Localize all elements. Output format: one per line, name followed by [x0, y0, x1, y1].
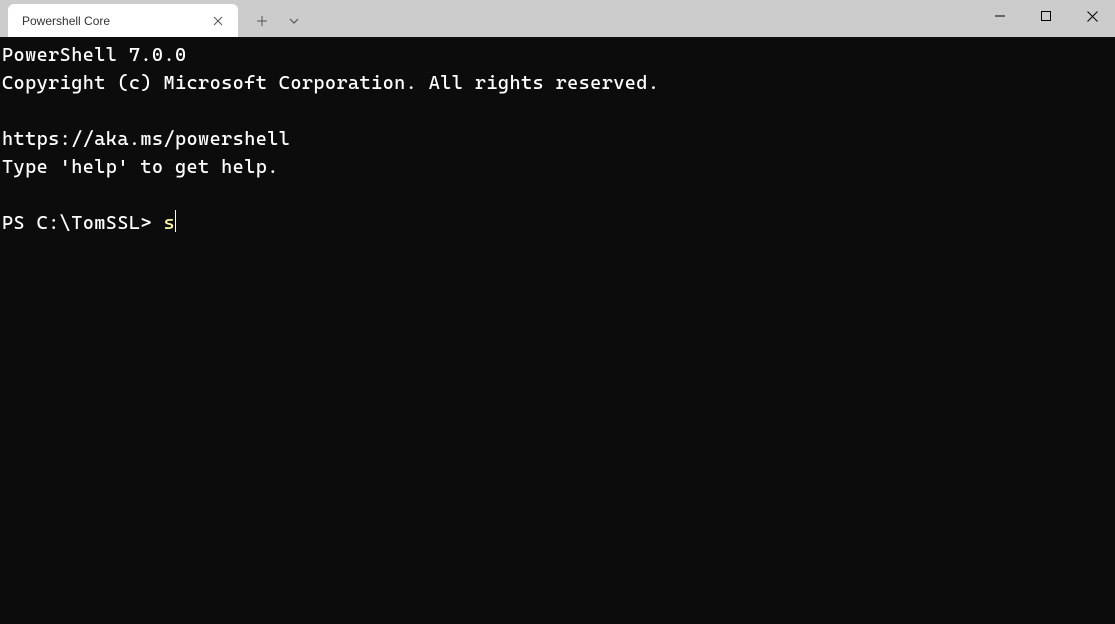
new-tab-button[interactable] [246, 5, 278, 37]
prompt-line: PS C:\TomSSL> s [2, 212, 176, 234]
close-window-button[interactable] [1069, 0, 1115, 32]
terminal-line-help: Type 'help' to get help. [2, 156, 279, 178]
tab-actions [246, 4, 310, 37]
prompt-prefix: PS C:\TomSSL> [2, 212, 163, 234]
terminal-line-copyright: Copyright (c) Microsoft Corporation. All… [2, 72, 659, 94]
tab-powershell[interactable]: Powershell Core [8, 4, 238, 37]
cursor-icon [175, 210, 176, 232]
titlebar: Powershell Core [0, 0, 1115, 37]
terminal-body[interactable]: PowerShell 7.0.0 Copyright (c) Microsoft… [0, 37, 1115, 624]
tab-title: Powershell Core [22, 14, 208, 28]
close-icon[interactable] [208, 11, 228, 31]
window-controls [977, 0, 1115, 37]
terminal-line-version: PowerShell 7.0.0 [2, 44, 187, 66]
maximize-button[interactable] [1023, 0, 1069, 32]
prompt-input[interactable]: s [163, 212, 175, 234]
terminal-line-url: https://aka.ms/powershell [2, 128, 290, 150]
minimize-button[interactable] [977, 0, 1023, 32]
tab-dropdown-button[interactable] [278, 5, 310, 37]
